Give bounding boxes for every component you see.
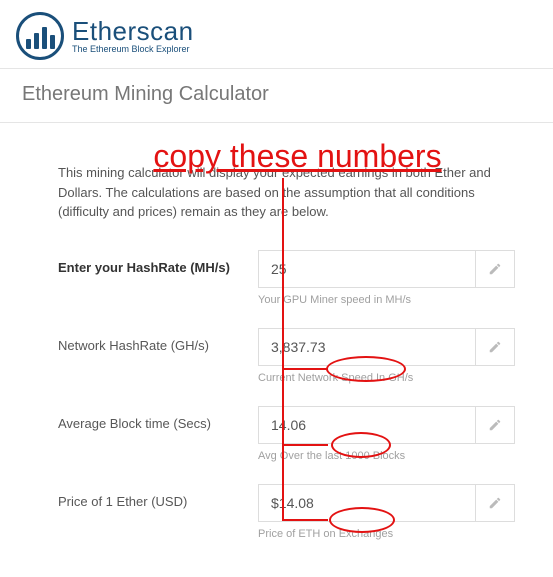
help-ether-price: Price of ETH on Exchanges (258, 528, 515, 540)
label-block-time: Average Block time (Secs) (58, 406, 258, 431)
form-row-network-hashrate: Network HashRate (GH/s) Current Network … (58, 328, 515, 384)
edit-button-ether-price[interactable] (475, 484, 515, 522)
brand-name: Etherscan (72, 17, 194, 46)
header: Etherscan The Ethereum Block Explorer (0, 0, 553, 68)
input-block-time[interactable] (258, 406, 475, 444)
brand-tagline: The Ethereum Block Explorer (72, 45, 194, 55)
edit-button-hashrate[interactable] (475, 250, 515, 288)
edit-button-network-hashrate[interactable] (475, 328, 515, 366)
help-hashrate: Your GPU Miner speed in MH/s (258, 294, 515, 306)
label-ether-price: Price of 1 Ether (USD) (58, 484, 258, 509)
edit-button-block-time[interactable] (475, 406, 515, 444)
form-row-block-time: Average Block time (Secs) Avg Over the l… (58, 406, 515, 462)
pencil-icon (488, 496, 502, 510)
help-block-time: Avg Over the last 1000 Blocks (258, 450, 515, 462)
label-hashrate: Enter your HashRate (MH/s) (58, 250, 258, 275)
help-network-hashrate: Current Network Speed In GH/s (258, 372, 515, 384)
page-title: Ethereum Mining Calculator (0, 69, 553, 123)
input-ether-price[interactable] (258, 484, 475, 522)
etherscan-logo-icon (16, 12, 64, 60)
calculator-body: This mining calculator will display your… (0, 123, 553, 572)
form-row-hashrate: Enter your HashRate (MH/s) Your GPU Mine… (58, 250, 515, 306)
form-row-ether-price: Price of 1 Ether (USD) Price of ETH on E… (58, 484, 515, 540)
intro-text: This mining calculator will display your… (58, 163, 515, 222)
pencil-icon (488, 340, 502, 354)
pencil-icon (488, 418, 502, 432)
input-hashrate[interactable] (258, 250, 475, 288)
label-network-hashrate: Network HashRate (GH/s) (58, 328, 258, 353)
brand-text: Etherscan The Ethereum Block Explorer (72, 17, 194, 55)
input-network-hashrate[interactable] (258, 328, 475, 366)
pencil-icon (488, 262, 502, 276)
